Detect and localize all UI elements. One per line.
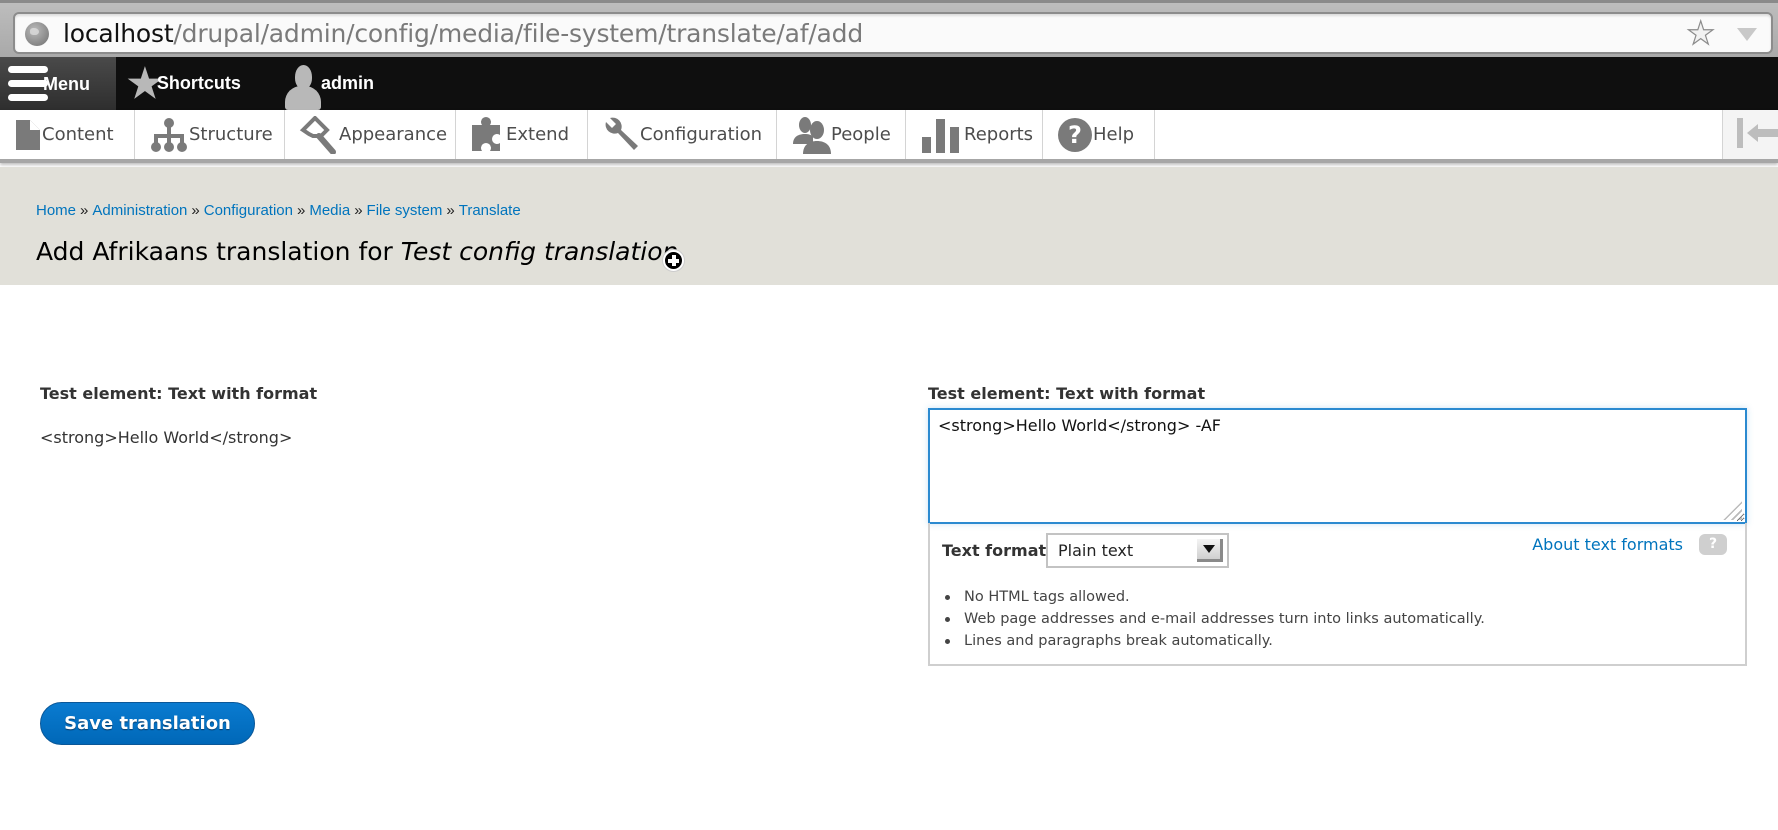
tip-item: Lines and paragraphs break automatically…: [942, 630, 1485, 652]
address-bar[interactable]: localhost/drupal/admin/config/media/file…: [13, 12, 1773, 54]
toolbar-tray: Content Structure Appearance Extend Conf…: [0, 110, 1778, 163]
text-format-label: Text format: [942, 541, 1047, 560]
breadcrumb-configuration[interactable]: Configuration: [204, 202, 293, 219]
tray-item-people[interactable]: People: [777, 110, 906, 159]
help-icon[interactable]: ?: [1699, 534, 1727, 555]
breadcrumb-translate[interactable]: Translate: [459, 202, 521, 219]
breadcrumb-media[interactable]: Media: [309, 202, 350, 219]
admin-toolbar: Menu ★ Shortcuts admin: [0, 57, 1778, 110]
breadcrumb-administration[interactable]: Administration: [92, 202, 187, 219]
browser-chrome: localhost/drupal/admin/config/media/file…: [0, 0, 1778, 57]
tip-item: No HTML tags allowed.: [942, 586, 1485, 608]
save-translation-button[interactable]: Save translation: [40, 702, 255, 745]
url-dropdown-icon[interactable]: [1737, 28, 1757, 41]
question-icon: ?: [1058, 117, 1092, 152]
tray-item-extend[interactable]: Extend: [456, 110, 588, 159]
tip-item: Web page addresses and e-mail addresses …: [942, 608, 1485, 630]
text-format-tips: No HTML tags allowed. Web page addresses…: [942, 586, 1485, 652]
chevron-down-icon: [1197, 539, 1223, 562]
add-shortcut-plus-icon[interactable]: [663, 250, 684, 271]
tray-item-structure[interactable]: Structure: [135, 110, 285, 159]
tray-item-appearance[interactable]: Appearance: [285, 110, 456, 159]
svg-text:?: ?: [1068, 121, 1082, 149]
globe-icon: [25, 22, 49, 46]
source-value: <strong>Hello World</strong>: [40, 428, 293, 447]
text-format-select[interactable]: Plain text: [1046, 533, 1229, 568]
collapse-bar-icon: [1737, 118, 1743, 148]
tray-item-content[interactable]: Content: [0, 110, 135, 159]
paintbrush-icon: [299, 115, 336, 154]
translation-textarea[interactable]: [928, 408, 1747, 524]
toolbar-menu-tab[interactable]: Menu: [0, 57, 116, 110]
page-title: Add Afrikaans translation for Test confi…: [36, 237, 679, 266]
toolbar-user-tab[interactable]: admin: [285, 57, 374, 110]
puzzle-icon: [472, 116, 500, 151]
breadcrumb-file-system[interactable]: File system: [367, 202, 443, 219]
toolbar-shortcuts-tab[interactable]: ★ Shortcuts: [127, 57, 241, 110]
bookmark-star-icon[interactable]: ★: [1686, 16, 1716, 49]
page-header: Home» Administration» Configuration» Media»…: [0, 167, 1778, 285]
sitemap-icon: [151, 117, 187, 152]
breadcrumb-home[interactable]: Home: [36, 202, 76, 219]
text-format-wrapper: Text format Plain text About text format…: [928, 523, 1747, 666]
document-icon: [16, 119, 40, 150]
breadcrumb: Home» Administration» Configuration» Media»…: [36, 202, 521, 219]
tray-item-configuration[interactable]: Configuration: [588, 110, 777, 159]
hamburger-icon: [8, 65, 48, 101]
tray-item-reports[interactable]: Reports: [906, 110, 1043, 159]
user-icon: [285, 65, 323, 110]
people-icon: [793, 116, 831, 154]
url-text[interactable]: localhost/drupal/admin/config/media/file…: [63, 19, 863, 49]
tray-item-help[interactable]: ? Help: [1043, 110, 1155, 159]
about-text-formats-link[interactable]: About text formats: [1532, 535, 1683, 554]
orientation-toggle-button[interactable]: [1722, 110, 1778, 159]
translation-label: Test element: Text with format: [928, 384, 1206, 403]
wrench-icon: [605, 117, 638, 150]
source-label: Test element: Text with format: [40, 384, 318, 403]
bar-chart-icon: [922, 118, 959, 153]
